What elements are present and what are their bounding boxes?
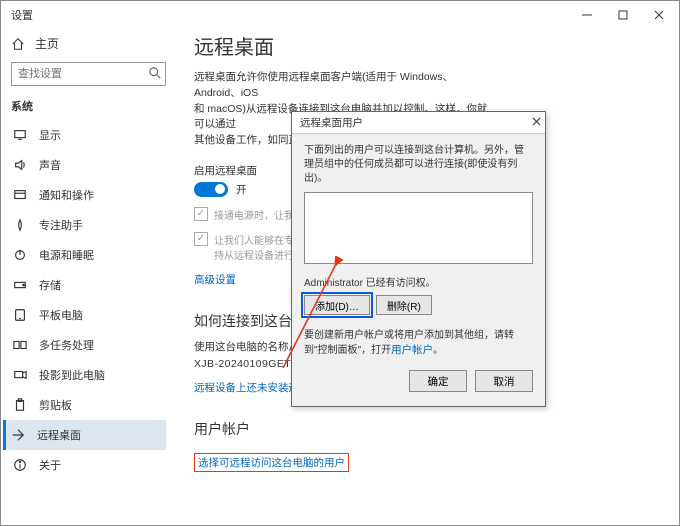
home-label: 主页	[35, 35, 59, 52]
sidebar-item-label: 投影到此电脑	[39, 367, 105, 383]
sidebar-item-label: 专注助手	[39, 217, 83, 233]
sidebar: 主页 系统 显示 声音 通知和操作 专注助手 电源和睡眠	[1, 29, 176, 525]
users-listbox[interactable]	[304, 192, 533, 264]
sidebar-item-sound[interactable]: 声音	[11, 150, 166, 180]
home-icon	[11, 37, 25, 51]
clipboard-icon	[13, 398, 27, 412]
sidebar-item-clipboard[interactable]: 剪贴板	[11, 390, 166, 420]
create-note: 要创建新用户帐户或将用户添加到其他组，请转到"控制面板"，打开用户帐户。	[304, 329, 533, 358]
notification-icon	[13, 188, 27, 202]
dialog-titlebar: 远程桌面用户	[292, 112, 545, 134]
focus-icon	[13, 218, 27, 232]
display-icon	[13, 128, 27, 142]
about-icon	[13, 458, 27, 472]
remove-button[interactable]: 删除(R)	[376, 295, 432, 315]
add-button[interactable]: 添加(D)…	[304, 295, 370, 315]
toggle-state: 开	[236, 182, 247, 197]
sidebar-item-notifications[interactable]: 通知和操作	[11, 180, 166, 210]
sidebar-item-display[interactable]: 显示	[11, 120, 166, 150]
page-title: 远程桌面	[194, 31, 659, 60]
sidebar-item-label: 平板电脑	[39, 307, 83, 323]
home-button[interactable]: 主页	[11, 29, 166, 62]
dialog-title: 远程桌面用户	[300, 115, 363, 130]
enable-toggle[interactable]	[194, 182, 228, 197]
remote-icon	[11, 428, 25, 442]
search-input[interactable]	[11, 62, 166, 86]
network-checkbox[interactable]: ✓	[194, 232, 208, 246]
window-title: 设置	[11, 7, 33, 23]
sidebar-item-remote-desktop[interactable]: 远程桌面	[3, 420, 166, 450]
sidebar-item-tablet[interactable]: 平板电脑	[11, 300, 166, 330]
sidebar-item-label: 声音	[39, 157, 61, 173]
minimize-button[interactable]	[569, 2, 605, 28]
user-accounts-link[interactable]: 用户帐户	[391, 344, 433, 356]
sidebar-item-label: 电源和睡眠	[39, 247, 94, 263]
cancel-button[interactable]: 取消	[475, 370, 533, 392]
sidebar-item-multitask[interactable]: 多任务处理	[11, 330, 166, 360]
dialog-close-button[interactable]	[532, 117, 541, 129]
remote-users-dialog: 远程桌面用户 下面列出的用户可以连接到这台计算机。另外，管理员组中的任何成员都可…	[291, 111, 546, 407]
select-users-link[interactable]: 选择可远程访问这台电脑的用户	[198, 457, 345, 469]
maximize-button[interactable]	[605, 2, 641, 28]
sidebar-item-label: 显示	[39, 127, 61, 143]
keep-awake-checkbox[interactable]: ✓	[194, 207, 208, 221]
multitask-icon	[13, 338, 27, 352]
accounts-header: 用户帐户	[194, 419, 659, 439]
sidebar-item-label: 远程桌面	[37, 427, 81, 443]
sidebar-item-storage[interactable]: 存储	[11, 270, 166, 300]
sidebar-item-label: 通知和操作	[39, 187, 94, 203]
admin-note: Administrator 已经有访问权。	[304, 274, 533, 289]
power-icon	[13, 248, 27, 262]
sidebar-item-label: 存储	[39, 277, 61, 293]
dialog-description: 下面列出的用户可以连接到这台计算机。另外，管理员组中的任何成员都可以进行连接(即…	[304, 144, 533, 186]
search-icon	[148, 66, 162, 83]
sidebar-item-label: 剪贴板	[39, 397, 72, 413]
sidebar-item-project[interactable]: 投影到此电脑	[11, 360, 166, 390]
storage-icon	[13, 278, 27, 292]
highlight-box: 选择可远程访问这台电脑的用户	[194, 453, 349, 472]
sidebar-item-label: 关于	[39, 457, 61, 473]
sidebar-item-power[interactable]: 电源和睡眠	[11, 240, 166, 270]
titlebar: 设置	[1, 1, 679, 29]
close-button[interactable]	[641, 2, 677, 28]
sound-icon	[13, 158, 27, 172]
sidebar-item-label: 多任务处理	[39, 337, 94, 353]
tablet-icon	[13, 308, 27, 322]
sidebar-item-focus[interactable]: 专注助手	[11, 210, 166, 240]
project-icon	[13, 368, 27, 382]
sidebar-section: 系统	[11, 98, 166, 114]
ok-button[interactable]: 确定	[409, 370, 467, 392]
sidebar-item-about[interactable]: 关于	[11, 450, 166, 480]
search-wrap	[11, 62, 166, 86]
